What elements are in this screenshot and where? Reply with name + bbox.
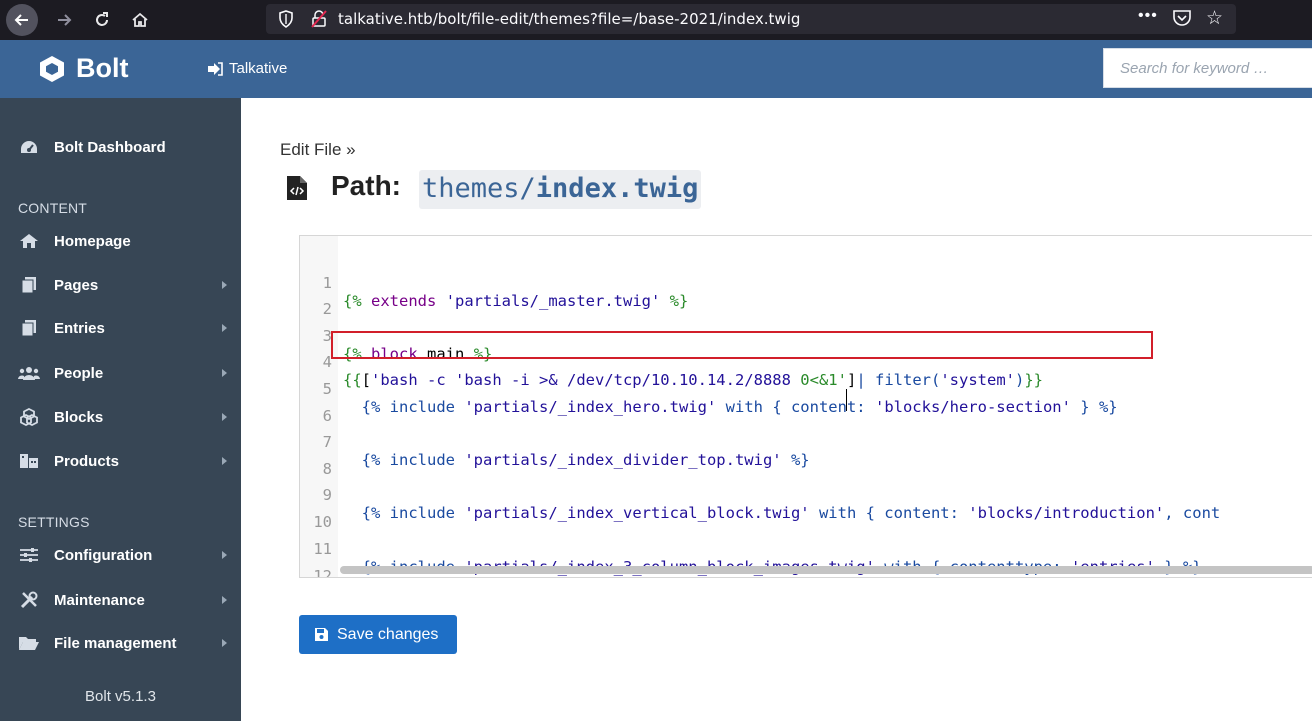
code-line: 10 <box>300 495 1312 531</box>
tachometer-icon <box>18 137 40 157</box>
sidebar-item-label: Maintenance <box>54 591 145 609</box>
sidebar-item-file-management[interactable]: File management <box>0 628 241 658</box>
breadcrumb: Edit File » <box>280 140 356 159</box>
save-icon <box>315 628 328 641</box>
save-button-label: Save changes <box>337 625 439 643</box>
sidebar-item-label: Entries <box>54 319 105 337</box>
page-actions-button[interactable]: ••• <box>1138 7 1158 25</box>
sidebar-item-homepage[interactable]: Homepage <box>0 226 241 256</box>
sidebar-item-dashboard[interactable]: Bolt Dashboard <box>0 132 241 162</box>
highlight-annotation-box <box>331 331 1153 359</box>
version-label: Bolt v5.1.3 <box>85 688 156 705</box>
settings-section-heading: SETTINGS <box>18 514 90 530</box>
code-line: 2 <box>300 282 1312 318</box>
sidebar-item-pages[interactable]: Pages <box>0 270 241 300</box>
chevron-right-icon <box>222 596 227 604</box>
code-editor[interactable]: 1 {% extends 'partials/_master.twig' %} … <box>299 235 1312 578</box>
sidebar-item-label: Homepage <box>54 232 131 250</box>
chevron-right-icon <box>222 639 227 647</box>
sidebar-item-maintenance[interactable]: Maintenance <box>0 585 241 615</box>
bookmark-star-icon[interactable]: ☆ <box>1206 7 1223 30</box>
insecure-lock-icon[interactable] <box>310 10 328 28</box>
reload-icon <box>96 12 108 26</box>
browser-toolbar: talkative.htb/bolt/file-edit/themes?file… <box>0 0 1312 40</box>
code-line: 9 {% include 'partials/_index_vertical_b… <box>300 468 1312 522</box>
tools-icon <box>18 590 40 610</box>
code-file-icon <box>287 176 307 200</box>
sidebar-item-configuration[interactable]: Configuration <box>0 540 241 570</box>
chevron-right-icon <box>222 281 227 289</box>
file-path: themes/index.twig <box>419 170 702 209</box>
home-icon <box>18 231 40 251</box>
shield-icon[interactable] <box>278 10 294 28</box>
people-icon <box>18 363 40 383</box>
sidebar-item-label: People <box>54 364 104 382</box>
reload-button[interactable] <box>88 6 116 34</box>
code-line: 6 <box>300 389 1312 425</box>
line-number: 12 <box>313 567 332 578</box>
arrow-left-icon <box>14 14 28 26</box>
folder-open-icon <box>18 633 40 653</box>
sidebar-item-products[interactable]: Products <box>0 446 241 476</box>
sidebar: Bolt Dashboard CONTENT Homepage Pages En… <box>0 98 241 721</box>
back-button[interactable] <box>6 4 38 36</box>
save-changes-button[interactable]: Save changes <box>299 615 457 654</box>
bolt-logo[interactable]: Bolt <box>38 53 128 84</box>
pages-icon <box>18 275 40 295</box>
sidebar-item-entries[interactable]: Entries <box>0 313 241 343</box>
sidebar-item-label: Products <box>54 452 120 470</box>
page-title: Path: <box>331 170 401 201</box>
sidebar-item-label: Blocks <box>54 408 104 426</box>
url-bar[interactable]: talkative.htb/bolt/file-edit/themes?file… <box>266 4 1236 34</box>
forward-button[interactable] <box>50 6 78 34</box>
chevron-right-icon <box>222 457 227 465</box>
chevron-right-icon <box>222 551 227 559</box>
chevron-right-icon <box>222 369 227 377</box>
products-icon <box>18 451 40 471</box>
blocks-icon <box>18 407 40 427</box>
sidebar-item-label: File management <box>54 634 177 652</box>
site-link[interactable]: Talkative <box>207 60 287 77</box>
content-section-heading: CONTENT <box>18 200 88 216</box>
code-line: 7 {% include 'partials/_index_divider_to… <box>300 415 1312 469</box>
chevron-right-icon <box>222 324 227 332</box>
sidebar-item-people[interactable]: People <box>0 358 241 388</box>
url-text[interactable]: talkative.htb/bolt/file-edit/themes?file… <box>338 10 800 28</box>
code-line: 5 {% include 'partials/_index_hero.twig'… <box>300 362 1312 416</box>
sliders-icon <box>18 545 40 565</box>
entries-icon <box>18 318 40 338</box>
sign-out-icon <box>208 61 223 76</box>
search-input[interactable]: Search for keyword … <box>1103 48 1312 88</box>
arrow-right-icon <box>58 14 72 26</box>
file-path-dir: themes/ <box>422 173 536 204</box>
pocket-icon[interactable] <box>1172 9 1192 27</box>
sidebar-item-label: Pages <box>54 276 99 294</box>
sidebar-item-label: Configuration <box>54 546 153 564</box>
site-link-label: Talkative <box>229 60 288 77</box>
sidebar-item-label: Bolt Dashboard <box>54 138 166 156</box>
logo-text: Bolt <box>76 53 129 83</box>
horizontal-scrollbar[interactable] <box>340 566 1312 574</box>
home-button[interactable] <box>126 6 154 34</box>
file-path-name: index.twig <box>535 173 699 204</box>
sidebar-item-blocks[interactable]: Blocks <box>0 402 241 432</box>
code-line: 8 <box>300 442 1312 478</box>
code-line: 1 {% extends 'partials/_master.twig' %} <box>300 256 1312 310</box>
code-line: 11 {% include 'partials/_index_3_column_… <box>300 522 1312 576</box>
bolt-hexagon-icon <box>40 55 64 82</box>
home-icon <box>132 12 148 27</box>
chevron-right-icon <box>222 413 227 421</box>
